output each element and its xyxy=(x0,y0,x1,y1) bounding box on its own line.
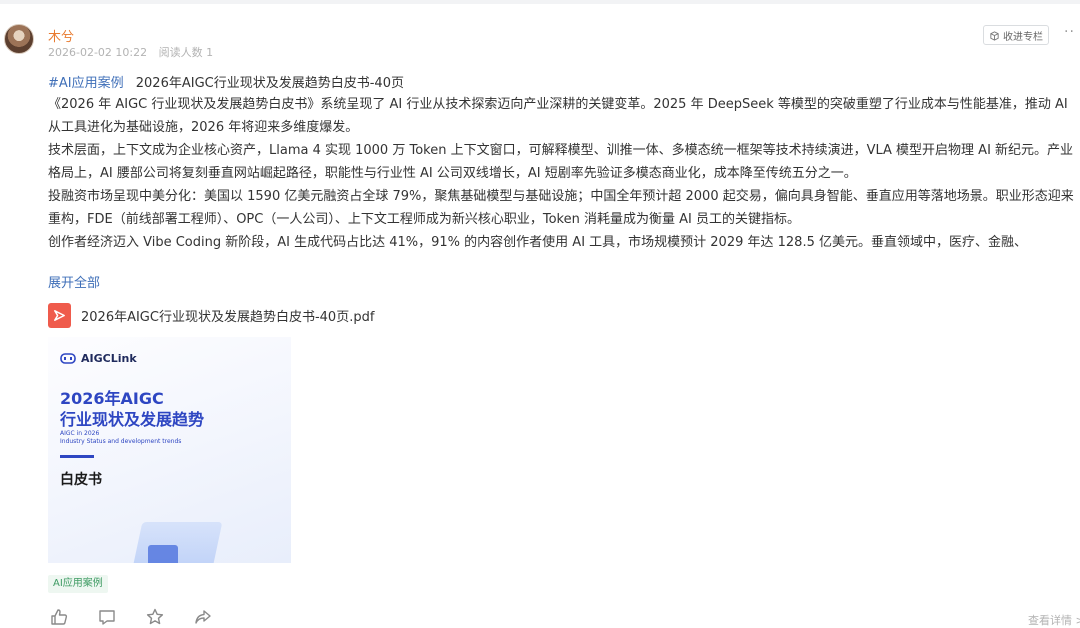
post-title: 2026年AIGC行业现状及发展趋势白皮书-40页 xyxy=(135,76,404,91)
cover-decoration xyxy=(148,545,178,563)
cover-logo: AIGCLink xyxy=(60,351,137,365)
expand-all-link[interactable]: 展开全部 xyxy=(48,272,100,291)
collect-to-column-button[interactable]: 收进专栏 xyxy=(983,25,1049,45)
share-button[interactable] xyxy=(192,606,214,628)
attachment-name[interactable]: 2026年AIGC行业现状及发展趋势白皮书-40页.pdf xyxy=(81,306,374,325)
favorite-button[interactable] xyxy=(144,606,166,628)
avatar[interactable] xyxy=(4,24,34,54)
topic-tag[interactable]: AI应用案例 xyxy=(48,575,108,593)
cover-logo-text: AIGCLink xyxy=(81,351,137,365)
action-bar xyxy=(48,606,214,628)
post-meta: 2026-02-02 10:22 阅读人数 1 xyxy=(48,44,221,60)
author-name[interactable]: 木兮 xyxy=(48,26,74,45)
attachment[interactable]: 2026年AIGC行业现状及发展趋势白皮书-40页.pdf xyxy=(48,303,374,328)
pdf-icon xyxy=(48,303,71,328)
hashtag-link[interactable]: #AI应用案例 xyxy=(48,76,124,91)
cover-title-line2: 行业现状及发展趋势 xyxy=(60,410,205,429)
comment-button[interactable] xyxy=(96,606,118,628)
pdf-cover-image[interactable]: AIGCLink 2026年AIGC 行业现状及发展趋势 AIGC in 202… xyxy=(48,337,291,563)
like-button[interactable] xyxy=(48,606,70,628)
post-title-line: #AI应用案例 2026年AIGC行业现状及发展趋势白皮书-40页 xyxy=(48,72,404,91)
cover-subtitle: 白皮书 xyxy=(60,472,102,488)
collect-icon xyxy=(990,30,999,41)
aigclink-logo-icon xyxy=(60,353,76,364)
cover-english-line2: Industry Status and development trends xyxy=(60,438,182,445)
post-date: 2026-02-02 10:22 xyxy=(48,46,148,59)
star-icon xyxy=(146,608,164,625)
paragraph: 投融资市场呈现中美分化：美国以 1590 亿美元融资占全球 79%，聚焦基础模型… xyxy=(48,189,1074,227)
view-detail-link[interactable]: 查看详情 > xyxy=(1028,612,1080,628)
paragraph: 《2026 年 AIGC 行业现状及发展趋势白皮书》系统呈现了 AI 行业从技术… xyxy=(48,97,1068,135)
paragraph: 技术层面，上下文成为企业核心资产，Llama 4 实现 1000 万 Token… xyxy=(48,143,1074,181)
like-icon xyxy=(51,609,68,625)
cover-accent-bar xyxy=(60,455,94,458)
collect-label: 收进专栏 xyxy=(1003,31,1043,43)
paragraph: 创作者经济迈入 Vibe Coding 新阶段，AI 生成代码占比达 41%，9… xyxy=(48,235,1027,250)
comment-icon xyxy=(99,610,115,625)
more-options-button[interactable]: ·· xyxy=(1064,24,1075,40)
cover-english-line1: AIGC in 2026 xyxy=(60,430,100,437)
top-divider xyxy=(0,0,1080,4)
read-count: 阅读人数 1 xyxy=(158,46,214,59)
post-content: 《2026 年 AIGC 行业现状及发展趋势白皮书》系统呈现了 AI 行业从技术… xyxy=(48,93,1080,261)
share-icon xyxy=(195,610,211,624)
